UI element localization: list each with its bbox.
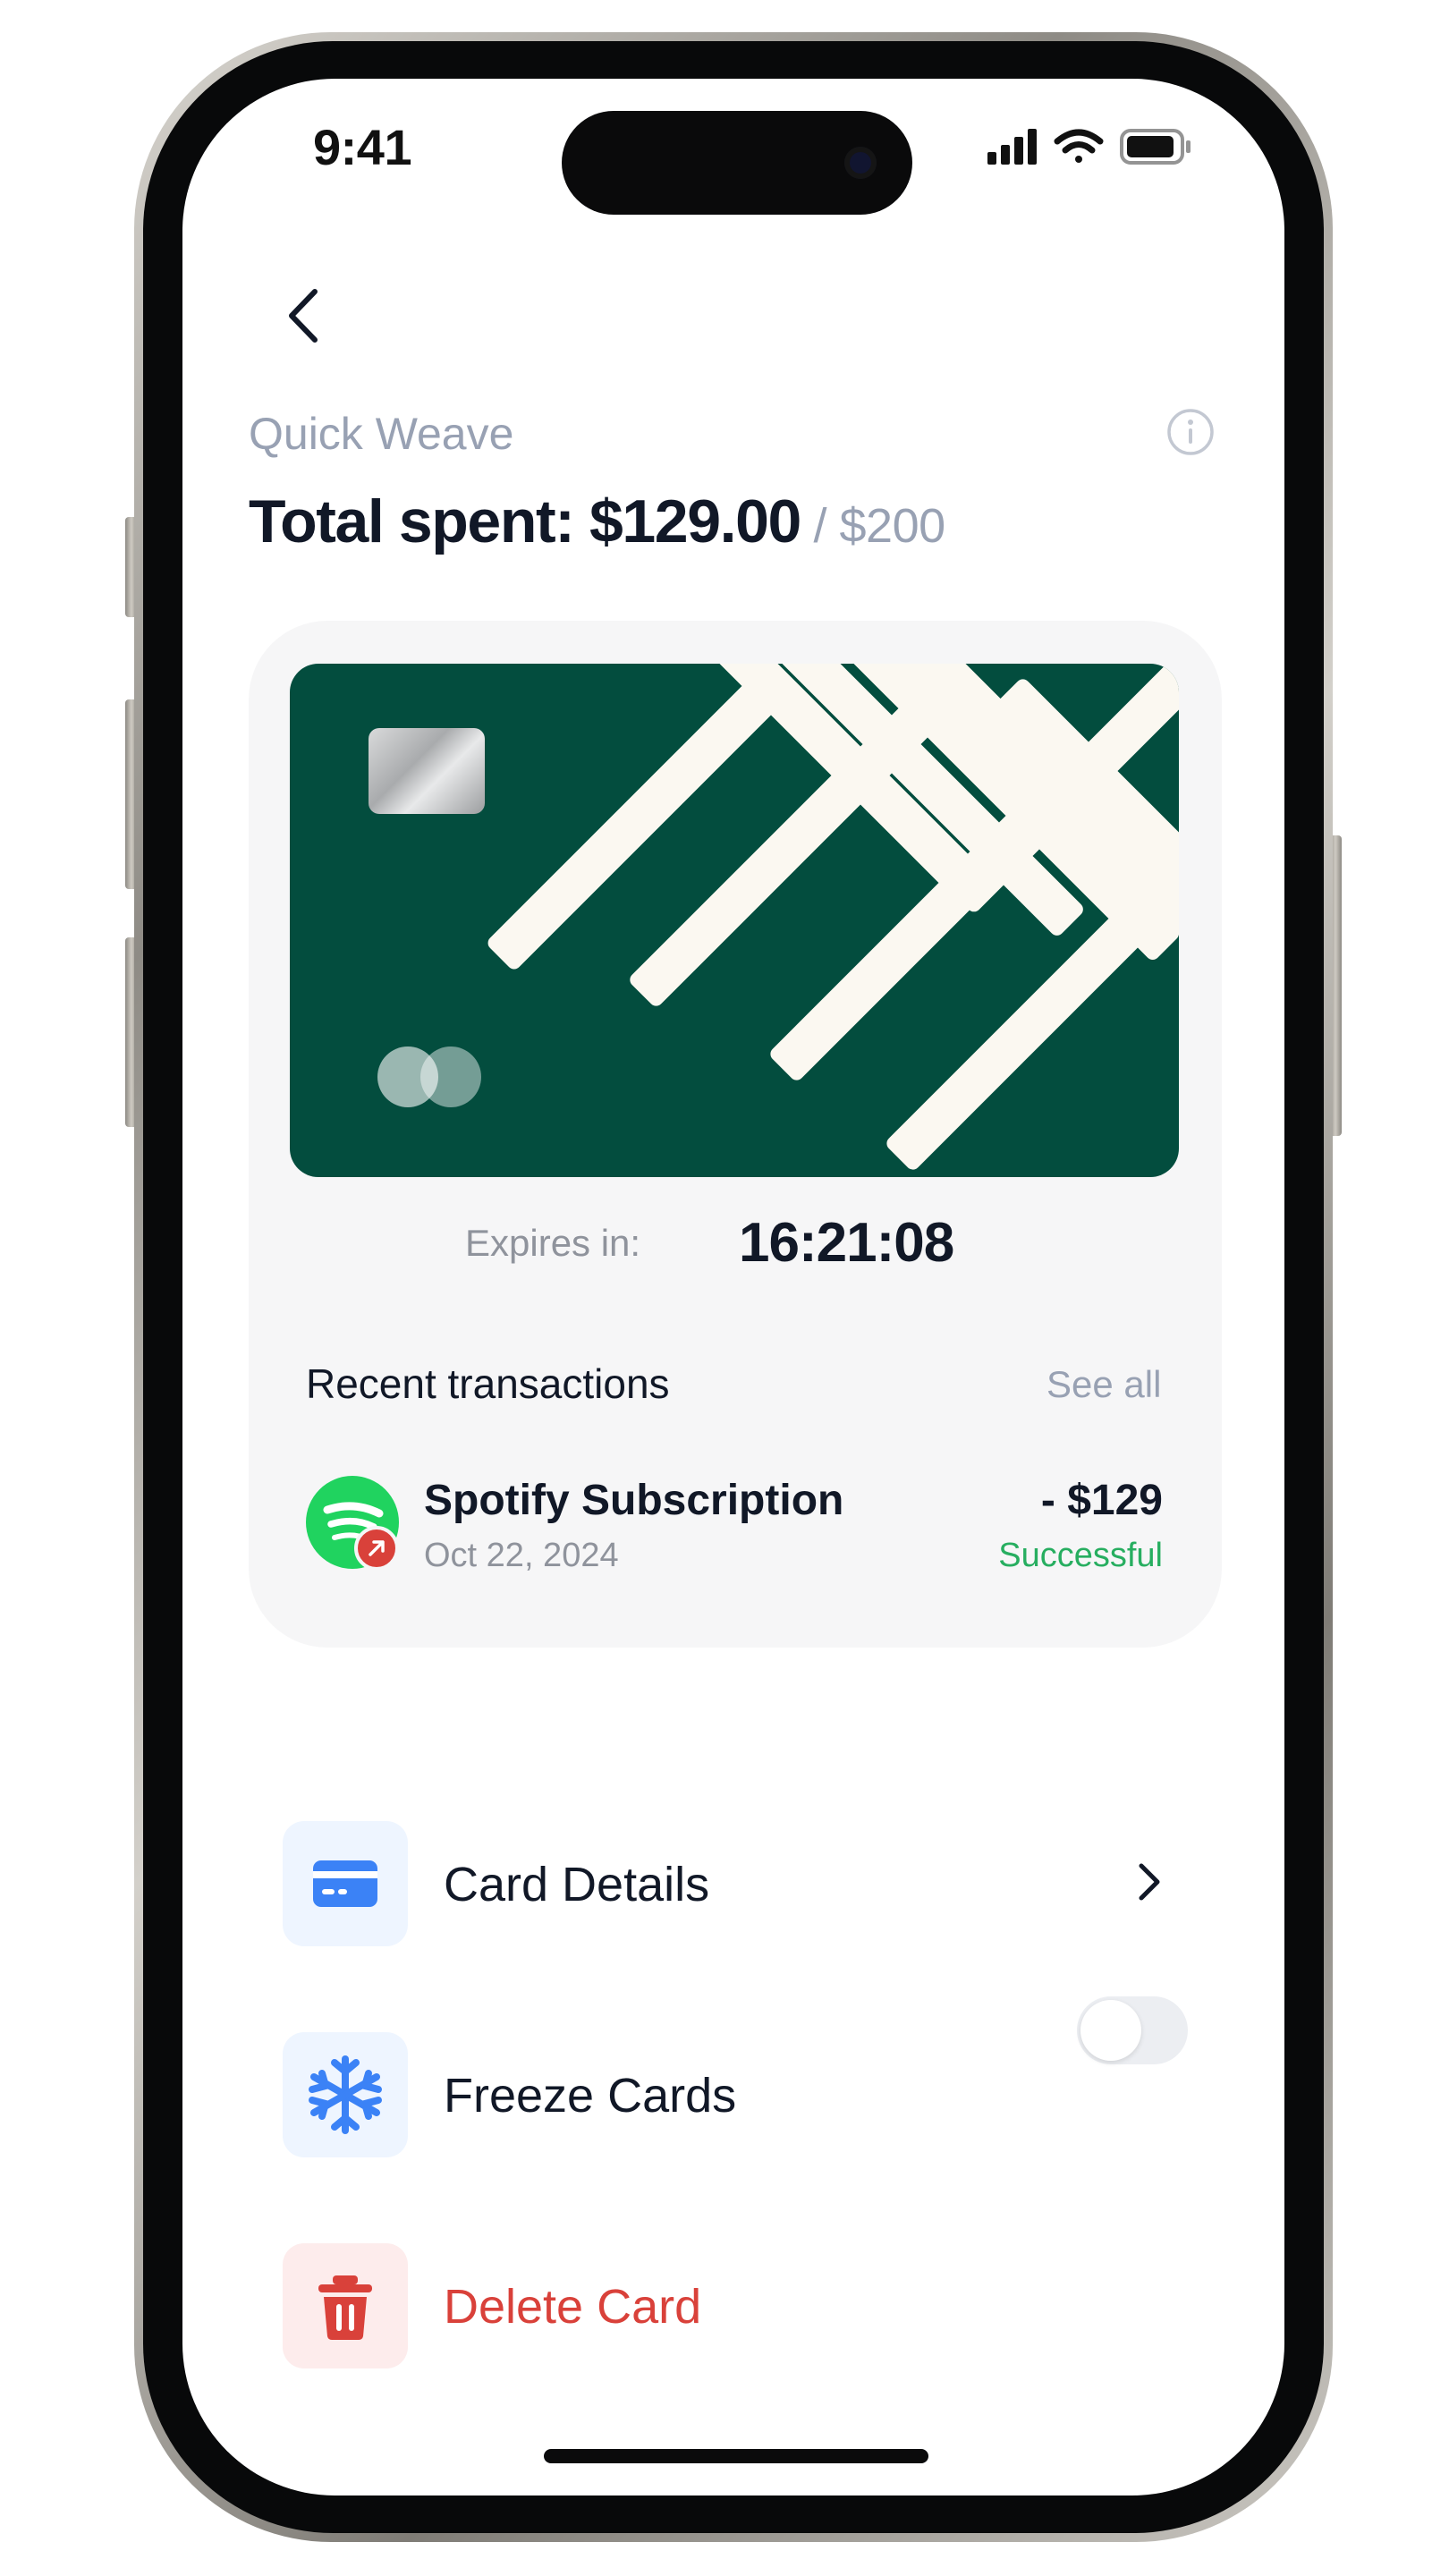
phone-screen: 9:41 Quick Weave Total spent: $129.00 / …: [182, 79, 1284, 2496]
snowflake-icon: [309, 2055, 382, 2134]
back-arrow-icon[interactable]: [277, 284, 331, 347]
info-icon[interactable]: [1166, 408, 1215, 456]
see-all-link[interactable]: See all: [1046, 1363, 1161, 1406]
toggle-knob: [1080, 2000, 1141, 2061]
card-details-row[interactable]: [283, 1821, 408, 1946]
delete-card-row[interactable]: [283, 2243, 408, 2368]
dynamic-island: [562, 111, 912, 215]
transaction-date: Oct 22, 2024: [424, 1537, 619, 1574]
expires-label: Expires in:: [465, 1222, 641, 1264]
card-name: Quick Weave: [249, 409, 514, 459]
card-network-logo: [377, 1046, 481, 1107]
card-details-label[interactable]: Card Details: [444, 1857, 709, 1912]
wifi-icon: [1054, 129, 1104, 163]
transaction-name[interactable]: Spotify Subscription: [424, 1476, 843, 1525]
chevron-right-icon[interactable]: [1132, 1855, 1168, 1909]
transaction-status: Successful: [998, 1537, 1163, 1574]
card-chip-icon: [369, 728, 485, 814]
status-icons: [987, 129, 1191, 165]
delete-card-label[interactable]: Delete Card: [444, 2279, 701, 2334]
expires-countdown: 16:21:08: [739, 1212, 954, 1274]
total-spent-amount: $129.00: [589, 487, 801, 555]
credit-card-icon: [313, 1860, 377, 1907]
recent-transactions-title: Recent transactions: [306, 1360, 670, 1407]
camera-icon: [844, 147, 877, 179]
signal-icon: [987, 129, 1037, 165]
freeze-cards-row[interactable]: [283, 2032, 408, 2157]
home-indicator[interactable]: [544, 2449, 928, 2463]
spend-limit: $200: [839, 499, 946, 553]
status-time: 9:41: [313, 119, 412, 175]
spotify-icon: [306, 1476, 399, 1571]
outgoing-arrow-icon: [354, 1526, 399, 1571]
freeze-cards-label: Freeze Cards: [444, 2069, 737, 2123]
freeze-cards-toggle[interactable]: [1077, 1996, 1188, 2064]
transaction-amount: - $129: [1040, 1477, 1163, 1524]
battery-icon: [1120, 129, 1191, 165]
total-spent-label: Total spent:: [249, 487, 589, 555]
total-spent: Total spent: $129.00 / $200: [249, 487, 945, 556]
trash-icon: [318, 2275, 372, 2340]
limit-separator: /: [800, 499, 840, 553]
virtual-card[interactable]: [290, 664, 1179, 1177]
